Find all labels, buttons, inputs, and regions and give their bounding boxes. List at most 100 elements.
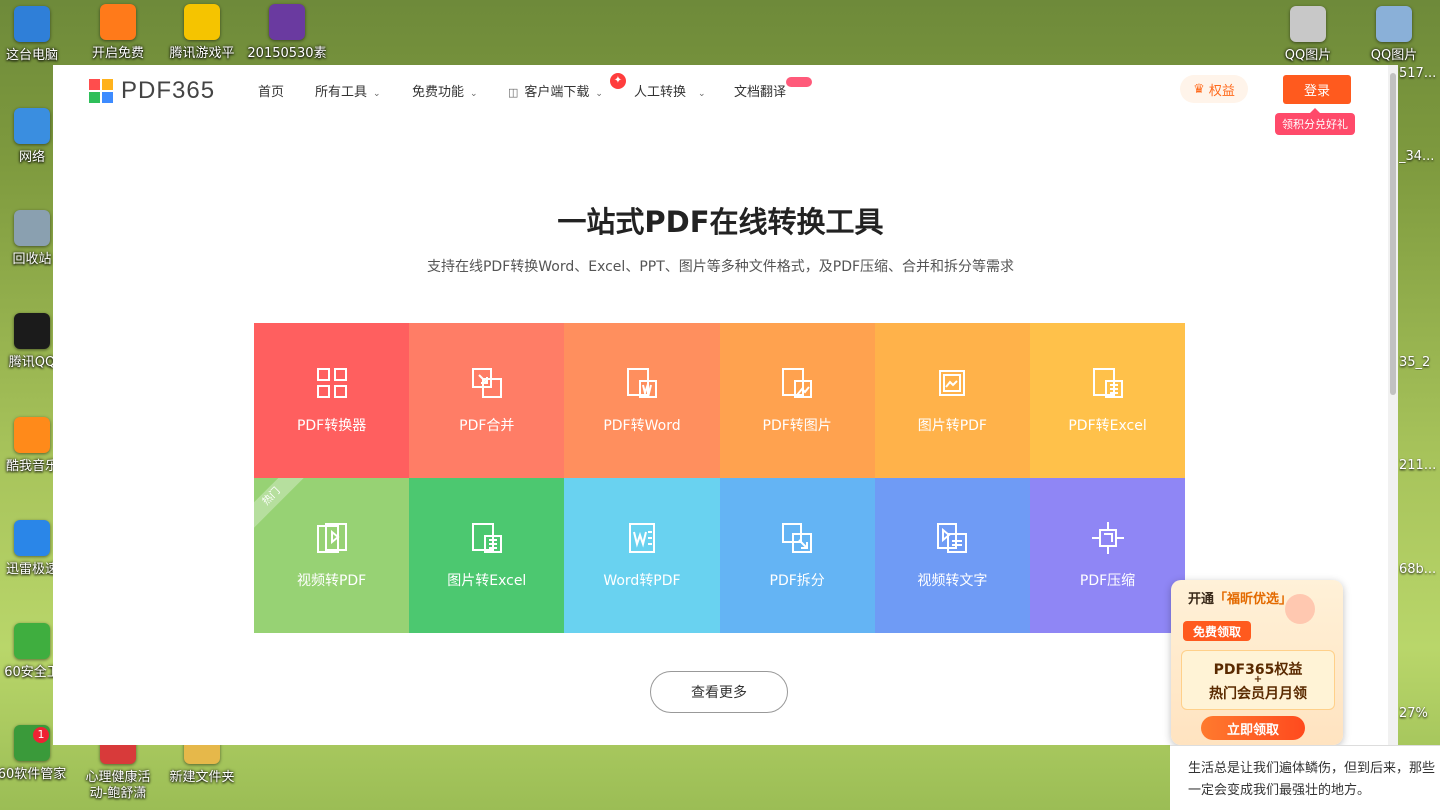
tool-label: 视频转PDF	[296, 573, 367, 589]
app-icon	[1290, 6, 1326, 42]
tool-label: PDF转换器	[296, 418, 367, 434]
tool-label: PDF合并	[459, 418, 515, 434]
tool-label: PDF拆分	[769, 573, 825, 589]
desktop-icon-label-partial: 68b...	[1399, 562, 1437, 577]
nav-item-doc-translate[interactable]: 文档翻译	[734, 81, 786, 100]
page-subtitle: 支持在线PDF转换Word、Excel、PPT、图片等多种文件格式，及PDF压缩…	[426, 259, 1015, 275]
claim-now-button[interactable]: 立即领取	[1201, 716, 1305, 740]
tool-grid: PDF转换器 PDF合并 PDF转Word PDF转图片 图片转PDF PDF转Excel…	[254, 323, 1186, 633]
nav-item-label: 人工转换	[634, 85, 687, 100]
desktop-icon[interactable]: 这台电脑	[0, 6, 74, 64]
app-icon	[14, 520, 50, 556]
tool-label: PDF转Excel	[1068, 418, 1147, 434]
logo-mark-icon	[89, 79, 113, 103]
tool-tile[interactable]: Word转PDF	[564, 478, 720, 633]
tool-label: PDF压缩	[1079, 573, 1136, 589]
pdf-to-excel-icon	[1092, 368, 1123, 398]
tool-tile[interactable]: 图片转PDF	[874, 323, 1030, 478]
logo-text: PDF365	[121, 77, 216, 104]
download-icon: ◫	[508, 86, 519, 99]
compress-icon	[1091, 522, 1124, 554]
top-nav: PDF365 首页 所有工具 ⌄ 免费功能 ⌄ ◫ 客户端下载 ⌄ ✦ 人工转换 ⌄ 文档…	[53, 65, 1388, 117]
hot-ribbon: 热门	[254, 478, 307, 532]
login-button[interactable]: 登录	[1283, 75, 1351, 104]
desktop-icon[interactable]: 腾讯游戏平	[160, 4, 244, 62]
desktop-icon-label: 腾讯游戏平	[169, 46, 235, 61]
tool-tile[interactable]: PDF转换器	[254, 323, 410, 478]
image-to-pdf-icon	[939, 370, 966, 396]
notification-badge: 1	[33, 727, 49, 743]
merge-icon	[471, 368, 502, 398]
nav-item-home[interactable]: 首页	[258, 81, 284, 100]
tool-tile[interactable]: PDF转图片	[719, 323, 875, 478]
desktop-icon-label: 开启免费	[91, 46, 144, 61]
desktop-right-edge	[1398, 0, 1440, 810]
promo-offer-line2: 热门会员月月领	[1209, 686, 1307, 702]
desktop-icon-label-partial: 211...	[1399, 458, 1437, 473]
login-tip[interactable]: 领积分兑好礼	[1275, 108, 1355, 135]
desktop-icon-label: QQ图片	[1284, 48, 1332, 63]
tool-tile[interactable]: 视频转PDF 热门	[254, 478, 410, 633]
new-badge	[786, 77, 812, 87]
fire-icon: ✦	[610, 73, 626, 89]
tool-tile[interactable]: 视频转文字	[874, 478, 1030, 633]
nav-item-label: 文档翻译	[734, 85, 787, 100]
chevron-down-icon: ⌄	[595, 89, 603, 99]
scrollbar[interactable]	[1388, 65, 1398, 745]
page-title: 一站式PDF在线转换工具	[557, 205, 884, 239]
benefits-label: 权益	[1208, 83, 1235, 99]
desktop-icon-label: 新建文件夹	[169, 770, 235, 785]
nav-item-manual-convert[interactable]: 人工转换 ⌄	[634, 81, 706, 100]
tool-tile[interactable]: PDF压缩	[1029, 478, 1186, 633]
app-icon	[269, 4, 305, 40]
desktop-icon-label-partial: 27%	[1399, 706, 1428, 721]
desktop-icon-label-partial: _34...	[1399, 149, 1435, 164]
tool-label: Word转PDF	[603, 573, 681, 589]
scrollbar-thumb[interactable]	[1390, 73, 1396, 395]
promo-title-highlight: 「福昕优选」	[1214, 592, 1293, 607]
nav-item-label: 免费功能	[412, 85, 465, 100]
nav-item-client-download[interactable]: ◫ 客户端下载 ⌄	[508, 81, 603, 100]
tool-tile[interactable]: PDF合并	[409, 323, 565, 478]
pdf-to-word-icon	[626, 368, 657, 398]
desktop-icon[interactable]: 开启免费	[76, 4, 160, 62]
quote-toast: 生活总是让我们遍体鳞伤，但到后来，那些 一定会变成我们最强壮的地方。	[1170, 745, 1440, 810]
app-icon	[14, 313, 50, 349]
desktop-icon-label: 心理健康活 动-鲍舒潇	[85, 770, 151, 801]
tool-tile[interactable]: 图片转Excel	[409, 478, 565, 633]
desktop-icon-label-partial: 35_2	[1399, 355, 1431, 370]
promo-offer-box: PDF365权益 + 热门会员月月领	[1181, 650, 1335, 710]
desktop-icon-label-partial: 517...	[1399, 66, 1437, 81]
tool-tile[interactable]: PDF转Excel	[1029, 323, 1186, 478]
view-more-button[interactable]: 查看更多	[650, 671, 788, 713]
promo-card[interactable]: 开通「福昕优选」 免费领取 PDF365权益 + 热门会员月月领 立即领取	[1171, 580, 1343, 745]
tool-tile[interactable]: PDF拆分	[719, 478, 875, 633]
tool-label: 图片转PDF	[917, 418, 987, 434]
desktop-icon-label: 60软件管家	[0, 767, 67, 782]
chevron-down-icon: ⌄	[373, 89, 381, 99]
tool-label: 视频转文字	[917, 573, 988, 589]
desktop-icon[interactable]: QQ图片	[1266, 6, 1350, 64]
desktop-icon-label: 这台电脑	[5, 48, 58, 63]
app-icon	[14, 210, 50, 246]
image-to-excel-icon	[471, 523, 502, 553]
tool-label: PDF转图片	[762, 418, 832, 434]
quote-line1: 生活总是让我们遍体鳞伤，但到后来，那些	[1188, 761, 1436, 776]
quote-line2: 一定会变成我们最强壮的地方。	[1188, 783, 1371, 798]
chevron-down-icon: ⌄	[698, 89, 706, 99]
video-to-text-icon	[937, 523, 968, 553]
app-icon	[14, 623, 50, 659]
nav-item-label: 所有工具	[315, 85, 368, 100]
desktop-icon-label: 20150530素	[247, 46, 327, 61]
app-icon	[184, 4, 220, 40]
nav-item-all-tools[interactable]: 所有工具 ⌄	[315, 81, 381, 100]
desktop-icon[interactable]: 20150530素	[245, 4, 329, 62]
crown-icon: ♛	[1193, 81, 1205, 97]
promo-title-prefix: 开通	[1188, 592, 1215, 607]
tool-tile[interactable]: PDF转Word	[564, 323, 720, 478]
benefits-button[interactable]: ♛ 权益	[1180, 75, 1248, 103]
chevron-down-icon: ⌄	[470, 89, 478, 99]
nav-item-free-features[interactable]: 免费功能 ⌄	[412, 81, 478, 100]
word-to-pdf-icon	[628, 523, 655, 553]
logo[interactable]: PDF365	[89, 77, 215, 105]
